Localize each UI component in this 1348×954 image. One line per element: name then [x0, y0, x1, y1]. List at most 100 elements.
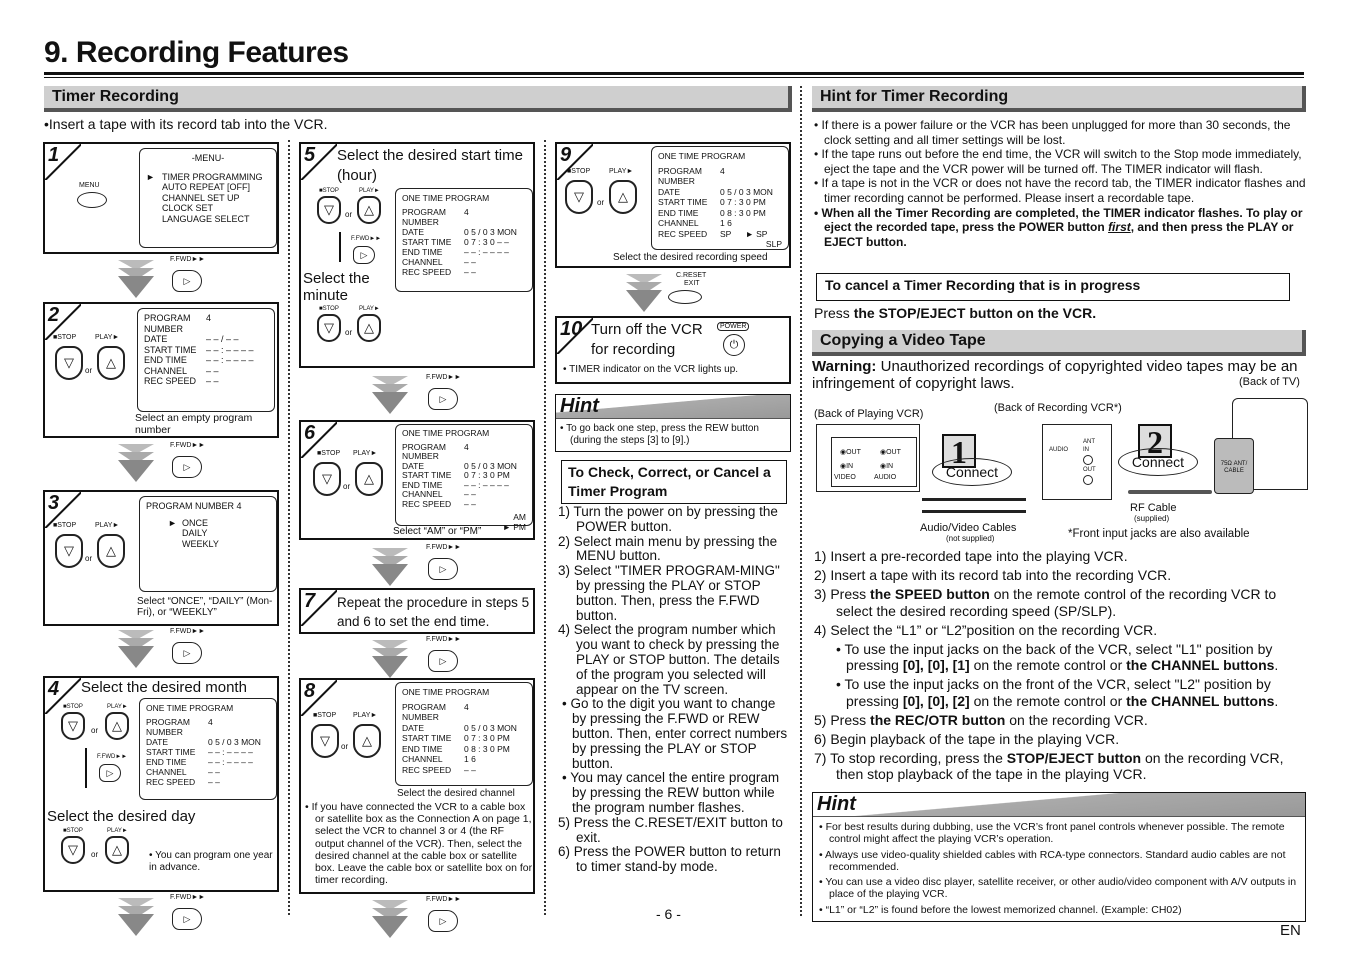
ffwd-button[interactable]: ▷	[172, 456, 202, 478]
menu-item[interactable]: AUTO REPEAT [OFF]	[162, 182, 270, 193]
osd-key: PROGRAM NUMBER	[658, 165, 702, 187]
stop-button[interactable]: ▽	[311, 724, 339, 758]
title-rule-thin	[44, 77, 1304, 78]
play-button[interactable]: △	[97, 346, 125, 380]
next-step-arrow-icon	[626, 274, 662, 312]
step-title: Repeat the procedure in steps 5 and 6 to…	[337, 595, 530, 629]
step-3-panel: 3 ■STOP PLAY► ▽ or △ PROGRAM NUMBER 4 ► …	[43, 490, 279, 626]
option-weekly[interactable]: WEEKLY	[182, 539, 270, 550]
menu-item[interactable]: CHANNEL SET UP	[162, 193, 270, 204]
stop-button[interactable]: ▽	[317, 196, 341, 224]
column-divider	[800, 86, 802, 916]
menu-item[interactable]: TIMER PROGRAMMING	[162, 172, 270, 183]
or-label: or	[341, 742, 349, 751]
step-9-panel: 9 ■STOP PLAY► ▽ or △ ONE TIME PROGRAM PR…	[555, 142, 791, 268]
hint-item: • If a tape is not in the VCR or does no…	[814, 176, 1306, 205]
osd-value: – –	[206, 376, 219, 386]
step-number: 2	[48, 304, 60, 326]
jack-video-out: ◉OUT	[840, 449, 861, 456]
play-button[interactable]: △	[105, 836, 129, 864]
ffwd-button[interactable]: ▷	[428, 388, 458, 410]
menu-button[interactable]	[77, 192, 107, 208]
stop-button[interactable]: ▽	[61, 712, 85, 740]
osd-key: DATE	[146, 737, 169, 747]
ffwd-button[interactable]: ▷	[428, 910, 458, 932]
osd-title: -MENU-	[191, 153, 225, 163]
hint-box: Hint • To go back one step, press the RE…	[555, 394, 791, 452]
emphasis-first: first	[1108, 220, 1131, 235]
creset-exit-button[interactable]	[668, 290, 702, 304]
osd-value: – –	[464, 764, 476, 775]
ffwd-button[interactable]: ▷	[353, 246, 375, 264]
step-number: 6	[304, 422, 316, 444]
step-number: 3	[48, 492, 60, 514]
option-once[interactable]: ONCE	[182, 518, 270, 529]
cancel-text: Press the STOP/EJECT button on the VCR.	[814, 305, 1097, 321]
play-button[interactable]: △	[609, 180, 637, 214]
ffwd-button[interactable]: ▷	[428, 558, 458, 580]
creset-label: C.RESET	[676, 272, 707, 279]
playing-vcr: ◉OUT ◉OUT ◉IN ◉IN VIDEO AUDIO	[816, 424, 920, 492]
stop-button[interactable]: ▽	[61, 836, 85, 864]
next-step-arrow-icon	[118, 260, 154, 298]
play-button[interactable]: △	[97, 534, 125, 568]
or-label: or	[91, 850, 99, 859]
play-button[interactable]: △	[105, 712, 129, 740]
play-button[interactable]: △	[357, 314, 381, 342]
ant-out-label: OUT	[1083, 467, 1096, 473]
step-number: 5	[304, 144, 316, 166]
play-button[interactable]: △	[357, 196, 381, 224]
copying-heading: Copying a Video Tape	[812, 330, 1306, 356]
video-label: VIDEO	[834, 474, 856, 481]
osd-row: PROGRAM NUMBER 4	[144, 313, 268, 334]
stop-button[interactable]: ▽	[313, 462, 341, 496]
osd-value: 1 6	[720, 218, 732, 228]
ffwd-button[interactable]: ▷	[172, 908, 202, 930]
stop-button[interactable]: ▽	[55, 346, 83, 380]
step-number: 10	[560, 318, 583, 340]
next-step-arrow-icon	[118, 630, 154, 668]
hint-item: • You can use a video disc player, satel…	[819, 876, 1297, 901]
osd-value: – –	[464, 257, 476, 267]
warning-text: Warning: Unauthorized recordings of copy…	[812, 358, 1298, 392]
osd-value: – –	[464, 267, 476, 277]
option-daily[interactable]: DAILY	[182, 528, 270, 539]
ffwd-button[interactable]: ▷	[428, 650, 458, 672]
menu-item[interactable]: CLOCK SET	[162, 203, 270, 214]
step-caption: Select “AM” or “PM”	[393, 526, 482, 537]
ffwd-button[interactable]: ▷	[172, 642, 202, 664]
stop-button[interactable]: ▽	[55, 534, 83, 568]
stop-button[interactable]: ▽	[565, 180, 593, 214]
option-sp[interactable]: ► SP	[745, 229, 767, 240]
osd-key: START TIME	[402, 733, 452, 743]
step-caption: Select the desired channel	[397, 788, 515, 799]
timer-intro: •Insert a tape with its record tab into …	[44, 116, 328, 132]
check-bullet: • You may cancel the entire program by p…	[562, 770, 780, 815]
check-item: 5) Press the C.RESET/EXIT button to exit…	[558, 814, 783, 845]
osd-value: 0 7 : 3 0 PM	[720, 197, 766, 207]
ant-label: ANT	[1083, 439, 1095, 445]
column-divider	[288, 140, 290, 915]
osd-value: – –	[464, 498, 476, 509]
osd-row: END TIME – – : – – – –	[144, 355, 268, 366]
osd-value: – – : – – – –	[208, 757, 253, 767]
osd-key: END TIME	[146, 757, 187, 767]
copy-substep: • To use the input jacks on the front of…	[836, 676, 1279, 709]
osd-key: START TIME	[402, 237, 452, 247]
copy-step: 2) Insert a tape with its record tab int…	[814, 567, 1172, 584]
power-button[interactable]: ⏻	[723, 334, 745, 356]
play-label: PLAY►	[353, 450, 378, 457]
option-slp[interactable]: SLP	[658, 239, 782, 250]
copy-step: 3) Press the SPEED button on the remote …	[814, 586, 1277, 619]
osd-value: – – : – – – –	[206, 355, 254, 365]
ffwd-button[interactable]: ▷	[172, 270, 202, 292]
copy-step: 6) Begin playback of the tape in the pla…	[814, 731, 1120, 748]
ffwd-button[interactable]: ▷	[99, 764, 121, 782]
osd-value: 0 5 / 0 3 MON	[208, 737, 261, 747]
stop-button[interactable]: ▽	[317, 314, 341, 342]
play-button[interactable]: △	[355, 462, 383, 496]
ffwd-label: F.FWD►►	[170, 628, 206, 635]
osd-title: ONE TIME PROGRAM	[658, 151, 746, 161]
play-button[interactable]: △	[353, 724, 381, 758]
menu-item[interactable]: LANGUAGE SELECT	[162, 214, 270, 225]
